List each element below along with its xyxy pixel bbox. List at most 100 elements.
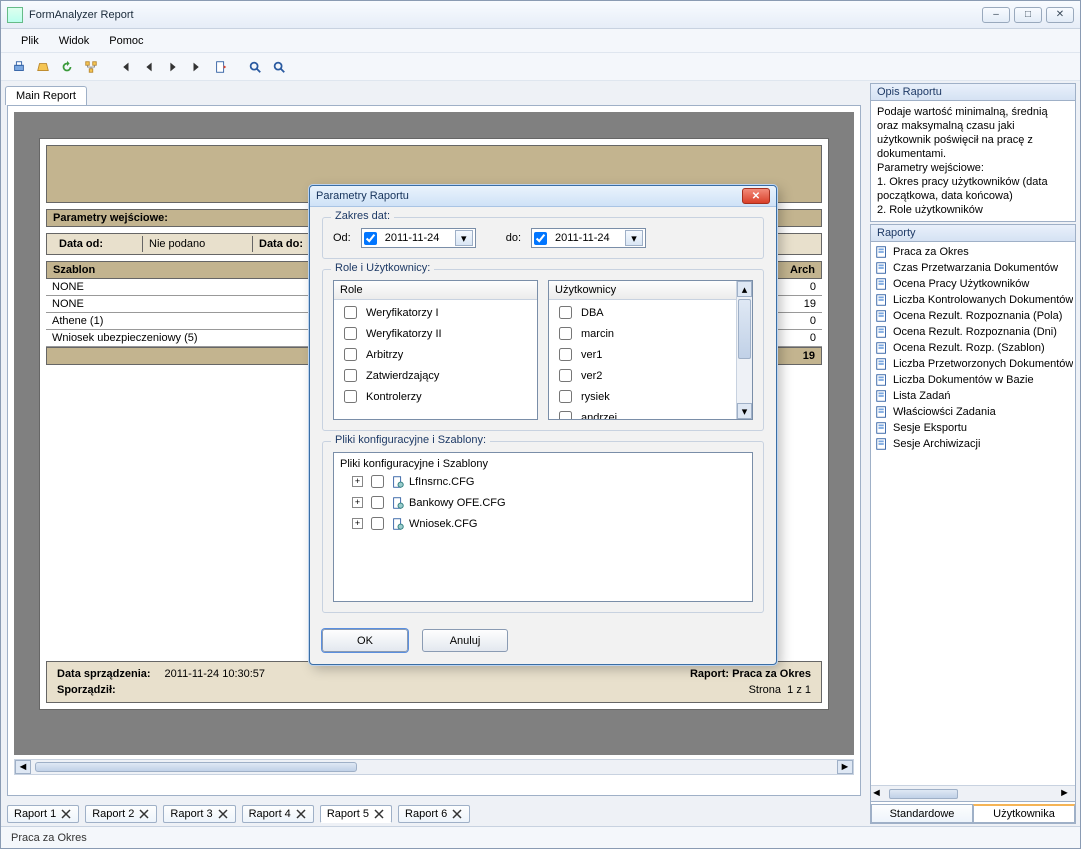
file-checkbox[interactable] bbox=[371, 517, 384, 530]
close-icon[interactable] bbox=[451, 808, 463, 820]
scroll-thumb[interactable] bbox=[889, 789, 958, 799]
dialog-close-button[interactable]: ✕ bbox=[742, 188, 770, 204]
tree-root[interactable]: Pliki konfiguracyjne i Szablony bbox=[340, 457, 746, 471]
tab-main-report[interactable]: Main Report bbox=[5, 86, 87, 105]
report-list-item[interactable]: Liczba Dokumentów w Bazie bbox=[873, 372, 1073, 388]
tree-node[interactable]: +LfInsrnc.CFG bbox=[352, 471, 746, 492]
tree-node[interactable]: +Bankowy OFE.CFG bbox=[352, 492, 746, 513]
find-icon[interactable] bbox=[245, 57, 265, 77]
roles-listbox[interactable]: Role Weryfikatorzy IWeryfikatorzy IIArbi… bbox=[333, 280, 538, 420]
report-list-item[interactable]: Ocena Rezult. Rozpoznania (Dni) bbox=[873, 324, 1073, 340]
scroll-right-icon[interactable]: ► bbox=[837, 760, 853, 774]
expand-icon[interactable]: + bbox=[352, 476, 363, 487]
date-from-input[interactable]: 2011-11-24 ▾ bbox=[361, 228, 476, 248]
report-hscrollbar[interactable]: ◄ ► bbox=[14, 759, 854, 775]
users-listbox[interactable]: Użytkownicy DBAmarcinver1ver2rysiekandrz… bbox=[548, 280, 753, 420]
reports-hscrollbar[interactable]: ◄ ► bbox=[871, 785, 1075, 801]
close-icon[interactable] bbox=[295, 808, 307, 820]
tab-standard[interactable]: Standardowe bbox=[871, 804, 973, 823]
user-item[interactable]: marcin bbox=[553, 323, 732, 344]
menu-file[interactable]: Plik bbox=[11, 32, 49, 50]
tree-icon[interactable] bbox=[81, 57, 101, 77]
date-from-enable-checkbox[interactable] bbox=[364, 232, 377, 245]
maximize-button[interactable]: □ bbox=[1014, 7, 1042, 23]
role-checkbox[interactable] bbox=[344, 348, 357, 361]
last-page-icon[interactable] bbox=[187, 57, 207, 77]
role-item[interactable]: Weryfikatorzy I bbox=[338, 302, 533, 323]
scroll-left-icon[interactable]: ◄ bbox=[15, 760, 31, 774]
cancel-button[interactable]: Anuluj bbox=[422, 629, 508, 652]
user-checkbox[interactable] bbox=[559, 390, 572, 403]
bottom-tab[interactable]: Raport 5 bbox=[320, 805, 392, 823]
zoom-icon[interactable] bbox=[269, 57, 289, 77]
calendar-dropdown-icon[interactable]: ▾ bbox=[625, 230, 643, 246]
role-checkbox[interactable] bbox=[344, 369, 357, 382]
report-list-item[interactable]: Liczba Przetworzonych Dokumentów bbox=[873, 356, 1073, 372]
scroll-left-icon[interactable]: ◄ bbox=[871, 787, 887, 801]
users-vscrollbar[interactable]: ▴ ▾ bbox=[736, 281, 752, 419]
expand-icon[interactable]: + bbox=[352, 518, 363, 529]
bottom-tab[interactable]: Raport 2 bbox=[85, 805, 157, 823]
bottom-tab[interactable]: Raport 6 bbox=[398, 805, 470, 823]
date-to-input[interactable]: 2011-11-24 ▾ bbox=[531, 228, 646, 248]
minimize-button[interactable]: – bbox=[982, 7, 1010, 23]
scroll-down-icon[interactable]: ▾ bbox=[737, 403, 752, 419]
file-checkbox[interactable] bbox=[371, 475, 384, 488]
menu-view[interactable]: Widok bbox=[49, 32, 100, 50]
bottom-tab[interactable]: Raport 1 bbox=[7, 805, 79, 823]
report-list-item[interactable]: Czas Przetwarzania Dokumentów bbox=[873, 260, 1073, 276]
report-list-item[interactable]: Liczba Kontrolowanych Dokumentów bbox=[873, 292, 1073, 308]
reports-list[interactable]: Praca za OkresCzas Przetwarzania Dokumen… bbox=[871, 242, 1075, 785]
tab-user[interactable]: Użytkownika bbox=[973, 804, 1075, 823]
scroll-right-icon[interactable]: ► bbox=[1059, 787, 1075, 801]
scroll-thumb[interactable] bbox=[35, 762, 357, 772]
bottom-tab[interactable]: Raport 4 bbox=[242, 805, 314, 823]
tree-node[interactable]: +Wniosek.CFG bbox=[352, 513, 746, 534]
report-list-item[interactable]: Właściowści Zadania bbox=[873, 404, 1073, 420]
user-item[interactable]: rysiek bbox=[553, 386, 732, 407]
ok-button[interactable]: OK bbox=[322, 629, 408, 652]
menu-help[interactable]: Pomoc bbox=[99, 32, 153, 50]
user-checkbox[interactable] bbox=[559, 348, 572, 361]
print-icon[interactable] bbox=[9, 57, 29, 77]
report-list-item[interactable]: Ocena Rezult. Rozpoznania (Pola) bbox=[873, 308, 1073, 324]
date-to-enable-checkbox[interactable] bbox=[534, 232, 547, 245]
report-list-item[interactable]: Ocena Rezult. Rozp. (Szablon) bbox=[873, 340, 1073, 356]
role-item[interactable]: Arbitrzy bbox=[338, 344, 533, 365]
user-item[interactable]: andrzej bbox=[553, 407, 732, 419]
goto-page-icon[interactable] bbox=[211, 57, 231, 77]
scroll-thumb[interactable] bbox=[738, 299, 751, 359]
role-item[interactable]: Kontrolerzy bbox=[338, 386, 533, 407]
user-item[interactable]: DBA bbox=[553, 302, 732, 323]
bottom-tab[interactable]: Raport 3 bbox=[163, 805, 235, 823]
close-icon[interactable] bbox=[373, 808, 385, 820]
next-page-icon[interactable] bbox=[163, 57, 183, 77]
refresh-icon[interactable] bbox=[57, 57, 77, 77]
report-list-item[interactable]: Praca za Okres bbox=[873, 244, 1073, 260]
user-checkbox[interactable] bbox=[559, 327, 572, 340]
first-page-icon[interactable] bbox=[115, 57, 135, 77]
user-checkbox[interactable] bbox=[559, 306, 572, 319]
export-icon[interactable] bbox=[33, 57, 53, 77]
close-icon[interactable] bbox=[138, 808, 150, 820]
user-item[interactable]: ver2 bbox=[553, 365, 732, 386]
user-checkbox[interactable] bbox=[559, 369, 572, 382]
calendar-dropdown-icon[interactable]: ▾ bbox=[455, 230, 473, 246]
user-item[interactable]: ver1 bbox=[553, 344, 732, 365]
prev-page-icon[interactable] bbox=[139, 57, 159, 77]
role-item[interactable]: Zatwierdzający bbox=[338, 365, 533, 386]
file-checkbox[interactable] bbox=[371, 496, 384, 509]
report-list-item[interactable]: Sesje Archiwizacji bbox=[873, 436, 1073, 452]
user-checkbox[interactable] bbox=[559, 411, 572, 419]
dialog-titlebar[interactable]: Parametry Raportu ✕ bbox=[310, 186, 776, 207]
close-button[interactable]: ✕ bbox=[1046, 7, 1074, 23]
close-icon[interactable] bbox=[60, 808, 72, 820]
role-checkbox[interactable] bbox=[344, 306, 357, 319]
role-checkbox[interactable] bbox=[344, 327, 357, 340]
report-list-item[interactable]: Sesje Eksportu bbox=[873, 420, 1073, 436]
expand-icon[interactable]: + bbox=[352, 497, 363, 508]
report-list-item[interactable]: Ocena Pracy Użytkowników bbox=[873, 276, 1073, 292]
role-item[interactable]: Weryfikatorzy II bbox=[338, 323, 533, 344]
role-checkbox[interactable] bbox=[344, 390, 357, 403]
config-files-tree[interactable]: Pliki konfiguracyjne i Szablony +LfInsrn… bbox=[333, 452, 753, 602]
